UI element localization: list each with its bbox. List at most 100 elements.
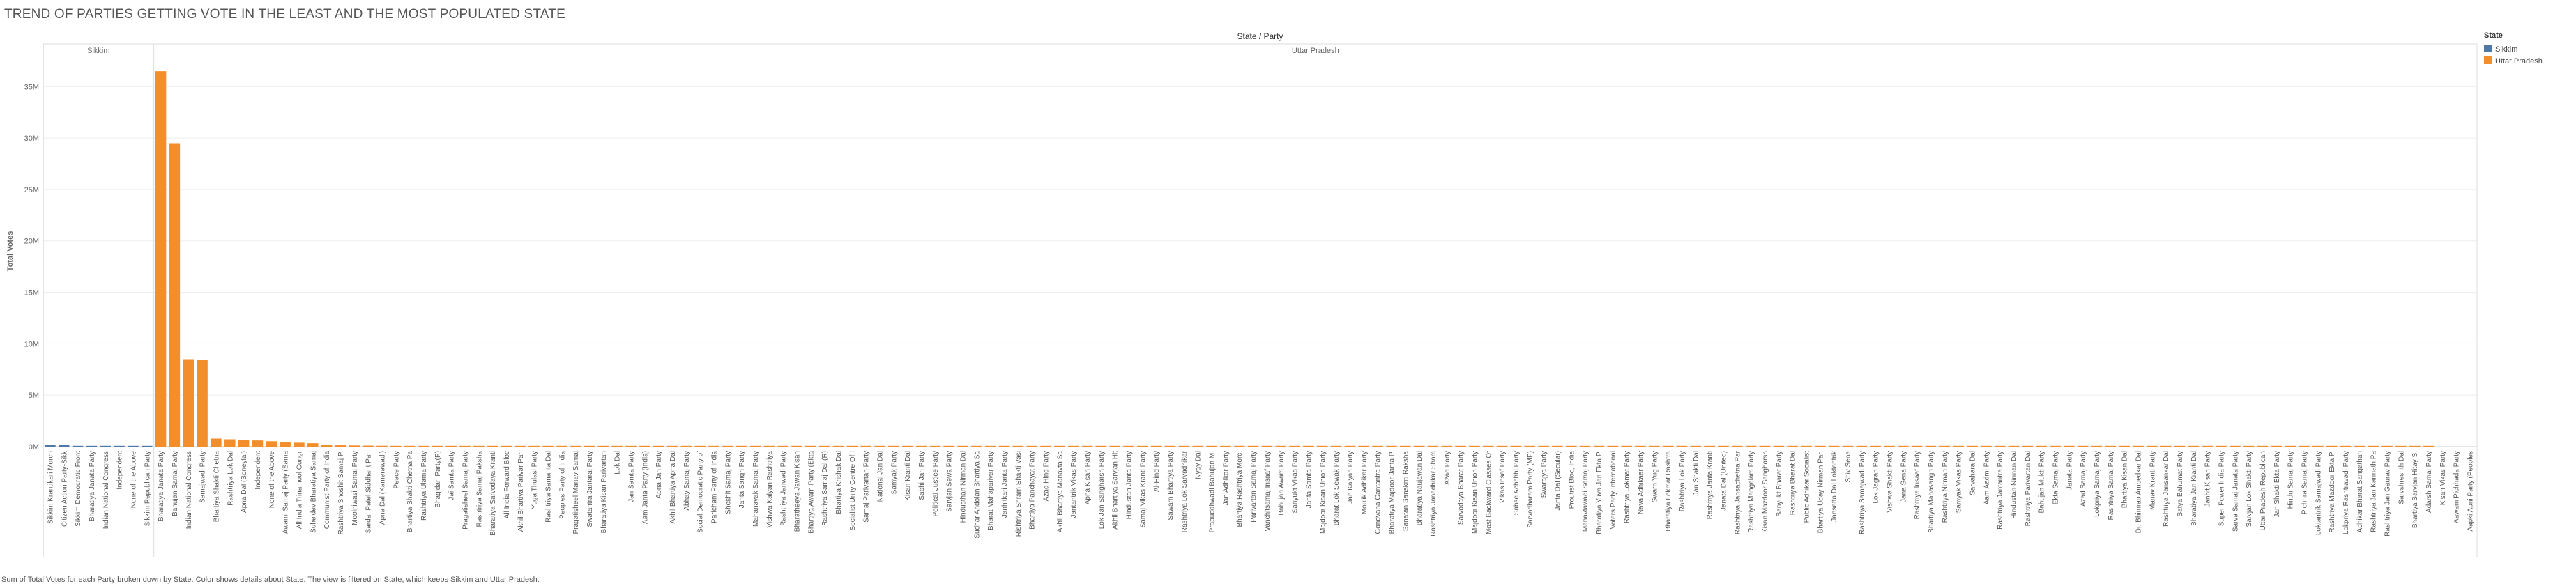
bar[interactable] (708, 445, 719, 447)
bar[interactable] (1842, 445, 1854, 447)
bar[interactable] (1303, 445, 1314, 447)
bar[interactable] (487, 445, 498, 447)
bar[interactable] (1524, 445, 1536, 447)
bar[interactable] (1289, 445, 1300, 447)
bar[interactable] (2285, 445, 2296, 447)
bar[interactable] (653, 445, 664, 447)
bar[interactable] (1552, 445, 1563, 447)
bar[interactable] (2395, 445, 2407, 447)
bar[interactable] (349, 445, 360, 447)
bar[interactable] (2216, 445, 2227, 447)
bar[interactable] (929, 445, 941, 447)
bar[interactable] (432, 445, 443, 447)
bar[interactable] (2133, 445, 2144, 447)
bar[interactable] (971, 445, 982, 447)
bar[interactable] (528, 445, 540, 447)
bar[interactable] (832, 445, 844, 447)
bar[interactable] (1247, 445, 1259, 447)
bar[interactable] (2174, 445, 2186, 447)
bar[interactable] (294, 442, 305, 447)
bar[interactable] (1496, 445, 1508, 447)
bar[interactable] (390, 445, 402, 447)
bar[interactable] (2326, 445, 2338, 447)
bar[interactable] (197, 360, 208, 447)
bar[interactable] (1275, 445, 1286, 447)
bar[interactable] (1856, 445, 1868, 447)
bar[interactable] (2299, 445, 2310, 447)
bar[interactable] (2381, 445, 2393, 447)
bar[interactable] (2008, 445, 2020, 447)
bar[interactable] (1123, 445, 1134, 447)
bar[interactable] (1137, 445, 1148, 447)
bar[interactable] (404, 445, 416, 447)
bar[interactable] (1317, 445, 1328, 447)
bar[interactable] (128, 445, 139, 447)
bar[interactable] (736, 445, 747, 447)
bar[interactable] (625, 445, 637, 447)
bar[interactable] (1220, 445, 1231, 447)
bar[interactable] (418, 445, 429, 447)
bar[interactable] (2147, 445, 2158, 447)
bar[interactable] (1234, 445, 1245, 447)
bar[interactable] (2368, 445, 2379, 447)
bar[interactable] (1386, 445, 1397, 447)
bar[interactable] (2340, 445, 2352, 447)
bar[interactable] (2409, 445, 2421, 447)
bar[interactable] (1690, 445, 1702, 447)
bar[interactable] (183, 359, 195, 447)
bar[interactable] (1676, 445, 1688, 447)
bar[interactable] (114, 445, 125, 447)
bar[interactable] (888, 445, 899, 447)
bar[interactable] (1801, 445, 1812, 447)
bar[interactable] (2091, 445, 2103, 447)
bar[interactable] (1067, 445, 1079, 447)
bar[interactable] (321, 445, 333, 447)
bar[interactable] (1607, 445, 1619, 447)
bar[interactable] (335, 445, 346, 447)
bar[interactable] (445, 445, 457, 447)
bar[interactable] (1330, 445, 1342, 447)
bar[interactable] (1164, 445, 1176, 447)
bar[interactable] (1095, 445, 1107, 447)
bar[interactable] (376, 445, 388, 447)
bar[interactable] (1759, 445, 1771, 447)
bar[interactable] (72, 445, 84, 447)
bar[interactable] (777, 445, 788, 447)
bar[interactable] (238, 440, 250, 447)
bar[interactable] (2022, 445, 2034, 447)
bar[interactable] (1372, 445, 1383, 447)
legend-item-label[interactable]: Sikkim (2495, 45, 2517, 54)
bar[interactable] (2036, 445, 2047, 447)
bar[interactable] (1344, 445, 1356, 447)
bar[interactable] (252, 440, 264, 447)
bar[interactable] (818, 445, 830, 447)
bar[interactable] (2312, 445, 2324, 447)
bar[interactable] (901, 445, 913, 447)
bar[interactable] (846, 445, 858, 447)
bar[interactable] (1994, 445, 2006, 447)
bar[interactable] (1054, 445, 1065, 447)
bar[interactable] (556, 445, 567, 447)
bar[interactable] (1939, 445, 1951, 447)
bar[interactable] (1538, 445, 1549, 447)
bar[interactable] (1012, 445, 1024, 447)
bar[interactable] (666, 445, 678, 447)
bar[interactable] (1718, 445, 1729, 447)
bar[interactable] (280, 442, 291, 447)
bar[interactable] (749, 445, 761, 447)
bar[interactable] (1815, 445, 1826, 447)
bar[interactable] (2230, 445, 2241, 447)
bar[interactable] (1455, 445, 1466, 447)
bar[interactable] (1441, 445, 1453, 447)
bar[interactable] (1621, 445, 1632, 447)
bar[interactable] (1413, 445, 1425, 447)
bar[interactable] (100, 445, 111, 447)
bar[interactable] (597, 445, 609, 447)
bar[interactable] (984, 445, 996, 447)
bar[interactable] (307, 443, 319, 447)
bar[interactable] (1745, 445, 1757, 447)
bar[interactable] (86, 445, 98, 447)
bar[interactable] (1704, 445, 1715, 447)
bar[interactable] (363, 445, 374, 447)
bar[interactable] (224, 439, 236, 447)
